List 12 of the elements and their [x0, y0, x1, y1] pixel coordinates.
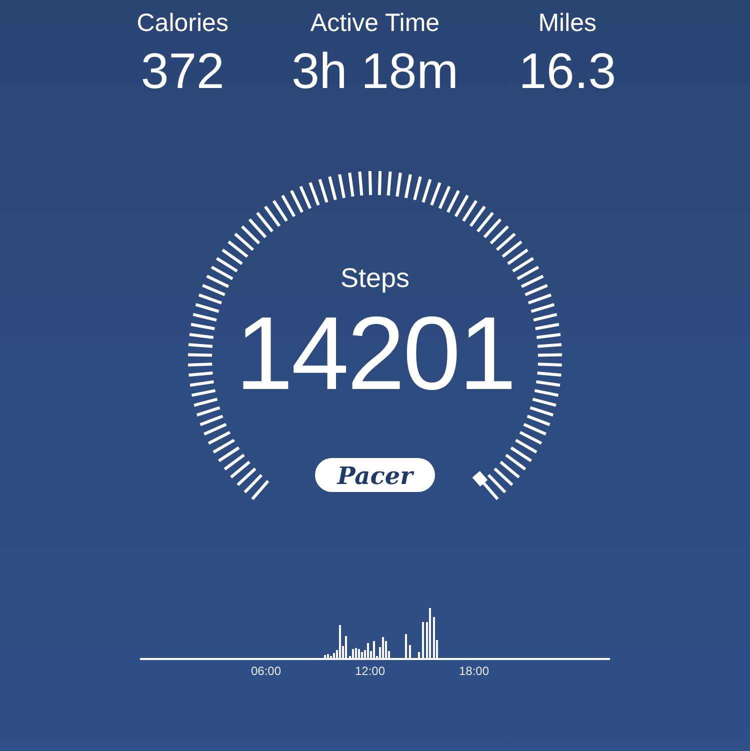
logo: Pacer — [315, 458, 435, 492]
stat-value: 3h 18m — [292, 42, 458, 101]
step-count: 14201 — [235, 302, 515, 406]
stat-value: 372 — [140, 42, 224, 101]
gauge-label: Steps — [340, 262, 410, 295]
time-label: 18:00 — [458, 664, 490, 678]
stat-label: Active Time — [310, 8, 440, 39]
time-label: 12:00 — [354, 664, 386, 678]
time-label: 06:00 — [250, 664, 282, 678]
stat-label: Miles — [538, 8, 597, 39]
stat-value: 16.3 — [518, 42, 616, 101]
stat-label: Calories — [136, 8, 228, 39]
